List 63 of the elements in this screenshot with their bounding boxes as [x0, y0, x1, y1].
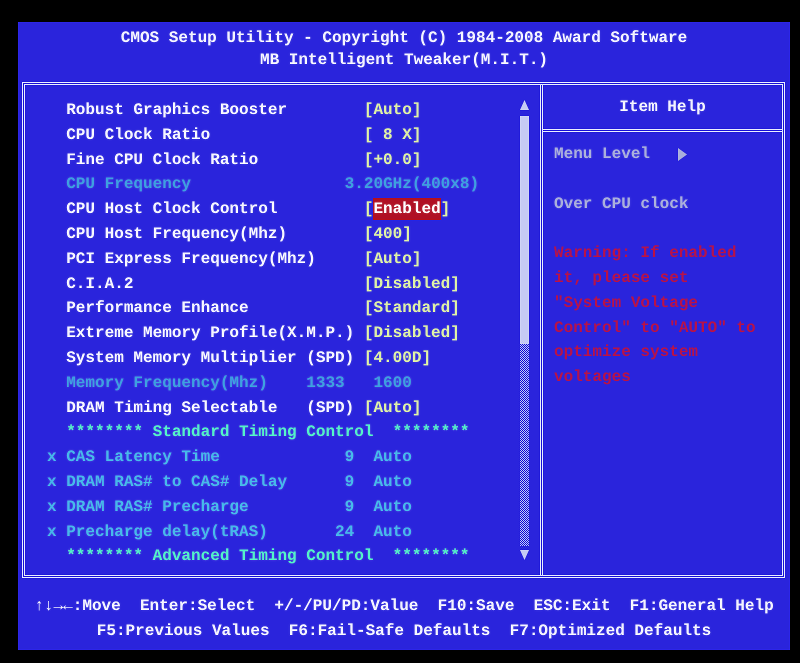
help-description: Over CPU clock: [554, 194, 690, 215]
setting-label: Robust Graphics Booster: [66, 100, 288, 121]
locked-label: Precharge delay(tRAS): [66, 522, 269, 543]
locked-mode: Auto: [373, 447, 412, 468]
locked-mode: Auto: [373, 472, 412, 493]
info-value: 3.20GHz(400x8): [344, 174, 480, 196]
screen-title: CMOS Setup Utility - Copyright (C) 1984-2008 Award Software: [120, 28, 688, 49]
setting-value[interactable]: [Standard]: [364, 296, 460, 322]
setting-label: Extreme Memory Profile(X.M.P.): [66, 323, 356, 344]
scroll-up-icon: [520, 100, 528, 110]
key-hint: Enter:Select: [140, 596, 256, 617]
setting-label: CPU Host Clock Control: [66, 199, 278, 220]
setting-label: C.I.A.2: [66, 274, 134, 295]
scroll-down-icon: [520, 550, 528, 560]
help-warning: Warning: If enabled it, please set "System Voltage Control" to "AUTO" to optimize system voltages: [554, 243, 757, 388]
info-label: Memory Frequency(Mhz): [66, 372, 269, 394]
screen-subtitle: MB Intelligent Tweaker(M.I.T.): [260, 50, 548, 71]
section-heading: ******** Advanced Timing Control ********: [66, 546, 470, 568]
setting-value[interactable]: [400]: [364, 222, 412, 247]
locked-value: 9: [344, 447, 354, 468]
key-hint: F5:Previous Values: [96, 621, 270, 642]
key-hint: F7:Optimized Defaults: [510, 621, 712, 642]
setting-label: Performance Enhance: [66, 298, 250, 320]
locked-mode: Auto: [373, 522, 412, 543]
setting-label: PCI Express Frequency(Mhz): [66, 248, 317, 270]
info-value: 1600: [373, 372, 412, 394]
key-hint: ↑↓→←:Move: [34, 596, 121, 617]
locked-label: CAS Latency Time: [66, 447, 221, 468]
key-hint: +/-/PU/PD:Value: [274, 596, 418, 617]
setting-label: System Memory Multiplier: [66, 348, 298, 369]
key-hint: F6:Fail-Safe Defaults: [288, 621, 490, 642]
locked-value: 9: [344, 496, 354, 518]
section-heading: ******** Standard Timing Control ********: [66, 422, 470, 444]
locked-marker: x: [47, 522, 58, 543]
setting-label: DRAM Timing Selectable: [66, 398, 278, 419]
key-hint: F10:Save: [438, 596, 514, 617]
help-title: Item Help: [619, 96, 706, 118]
locked-marker: x: [47, 496, 58, 518]
setting-value[interactable]: [Auto]: [364, 246, 422, 272]
setting-value[interactable]: [Disabled]: [364, 272, 460, 296]
locked-label: DRAM RAS# to CAS# Delay: [66, 472, 288, 493]
setting-value[interactable]: [Auto]: [364, 98, 422, 123]
locked-value: 24: [334, 522, 354, 543]
setting-label: Fine CPU Clock Ratio: [66, 150, 260, 171]
menu-level-label: Menu Level: [554, 144, 650, 165]
setting-value[interactable]: [ 8 X]: [364, 122, 422, 148]
setting-label: CPU Clock Ratio: [66, 124, 212, 146]
key-hint: F1:General Help: [630, 596, 774, 617]
spd-tag: (SPD): [306, 396, 364, 420]
locked-marker: x: [47, 447, 58, 468]
setting-value[interactable]: [Disabled]: [364, 321, 460, 346]
locked-mode: Auto: [373, 496, 412, 518]
spd-tag: (SPD): [306, 346, 364, 371]
locked-marker: x: [47, 472, 58, 493]
setting-label: CPU Host Frequency(Mhz): [66, 224, 288, 245]
locked-label: DRAM RAS# Precharge: [66, 496, 250, 518]
key-hint: ESC:Exit: [534, 596, 610, 617]
locked-value: 9: [344, 472, 354, 493]
info-value: 1333: [306, 372, 346, 394]
setting-value[interactable]: [+0.0]: [364, 148, 422, 172]
right-triangle-icon: [678, 148, 688, 161]
setting-value[interactable]: [4.00D]: [364, 346, 432, 371]
setting-value[interactable]: [Auto]: [364, 396, 422, 420]
